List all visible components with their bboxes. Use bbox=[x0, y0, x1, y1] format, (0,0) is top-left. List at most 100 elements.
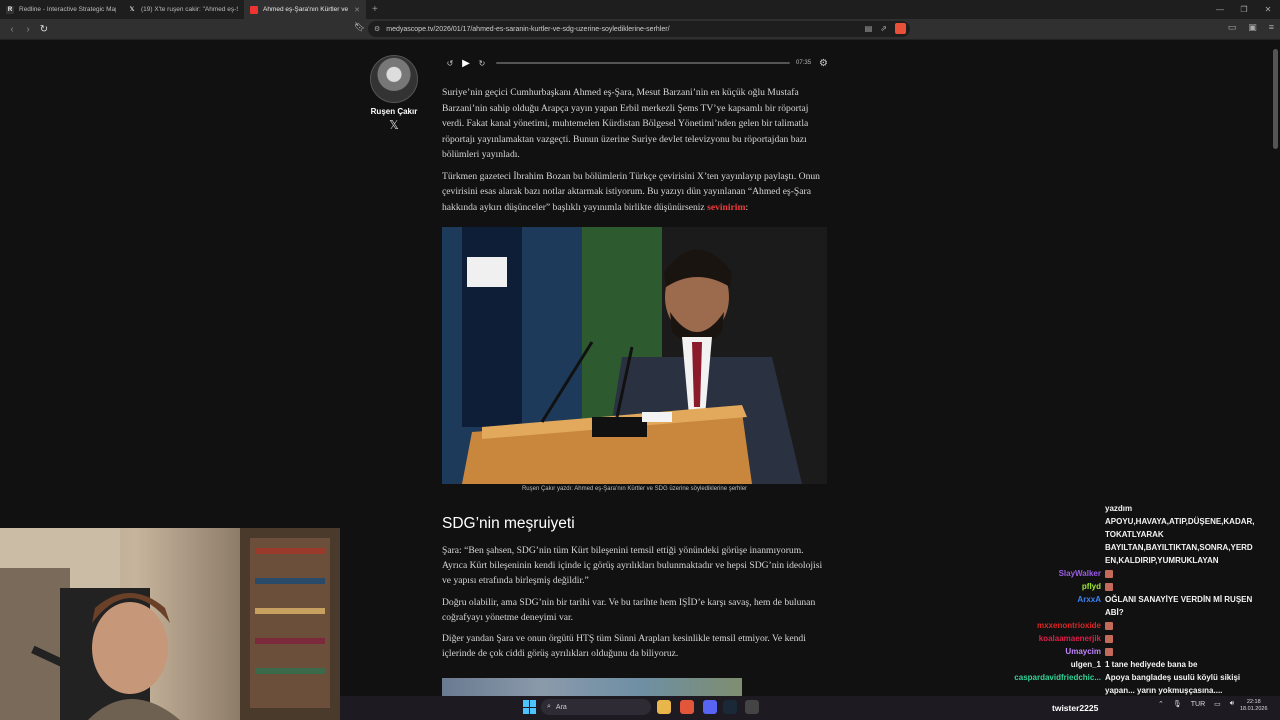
menu-icon[interactable]: ≡ bbox=[1269, 22, 1274, 33]
emote-icon bbox=[1105, 569, 1113, 578]
taskbar-search[interactable]: ⌕ Ara bbox=[541, 699, 651, 715]
emote-icon bbox=[1105, 621, 1113, 630]
reload-icon[interactable]: ↻ bbox=[36, 24, 52, 35]
chat-text-content: OĞLANI SANAYİYE VERDİN Mİ RUŞEN bbox=[1105, 595, 1253, 604]
chat-username[interactable] bbox=[1000, 515, 1105, 528]
chat-username[interactable] bbox=[1000, 606, 1105, 619]
search-placeholder: Ara bbox=[555, 703, 567, 711]
chat-username[interactable]: ArxxA bbox=[1000, 593, 1105, 606]
tab-redline[interactable]: R Redline - Interactive Strategic Map bbox=[0, 0, 122, 19]
close-window-icon[interactable]: ✕ bbox=[1256, 5, 1280, 14]
microphone-icon[interactable]: 🎙︎ bbox=[1173, 700, 1182, 708]
language-indicator[interactable]: TUR bbox=[1191, 701, 1205, 708]
x-icon[interactable]: 𝕏 bbox=[368, 118, 420, 132]
chat-message: yazdım bbox=[1000, 502, 1280, 515]
article-image bbox=[442, 227, 827, 484]
play-icon[interactable]: ▶ bbox=[458, 58, 474, 69]
image-caption: Ruşen Çakır yazdı: Ahmed eş-Şara’nın Kür… bbox=[521, 486, 748, 492]
new-tab-button[interactable]: + bbox=[366, 4, 384, 15]
paragraph-end: : bbox=[745, 201, 749, 213]
chat-username[interactable]: pflyd bbox=[1000, 580, 1105, 593]
x-favicon-icon: 𝕏 bbox=[129, 7, 135, 13]
clock-date: 18.01.2026 bbox=[1240, 706, 1268, 712]
tray-chevron-icon[interactable]: ⌃ bbox=[1158, 700, 1164, 708]
bookmark-icon[interactable]: 🔖︎ bbox=[354, 22, 365, 33]
paragraph: Doğru olabilir, ama SDG’nin bir tarihi v… bbox=[442, 596, 816, 623]
author-avatar[interactable] bbox=[370, 55, 418, 103]
section-heading: SDG’nin meşruiyeti bbox=[442, 515, 575, 532]
brave-shield-icon[interactable] bbox=[895, 23, 906, 34]
sidebar-icon[interactable]: ▭ bbox=[1228, 22, 1237, 33]
steam-icon[interactable] bbox=[723, 700, 737, 714]
tab-medyascope[interactable]: Ahmed eş-Şara'nın Kürtler ve SD... ✕ bbox=[244, 0, 366, 19]
paragraph: Şara: “Ben şahsen, SDG’nin tüm Kürt bile… bbox=[442, 545, 823, 587]
medyascope-favicon-icon bbox=[250, 5, 258, 14]
site-info-icon[interactable]: ⚙ bbox=[374, 25, 380, 33]
chat-message: APOYU,HAVAYA,ATIP,DÜŞENE,KADAR, bbox=[1000, 515, 1280, 528]
chat-text-content: APOYU,HAVAYA,ATIP,DÜŞENE,KADAR, bbox=[1105, 517, 1255, 526]
taskbar-clock[interactable]: 22:18 18.01.2026 bbox=[1240, 699, 1268, 713]
chat-username[interactable]: Umaycim bbox=[1000, 645, 1105, 658]
windows-start-icon[interactable] bbox=[523, 700, 537, 714]
chat-message: EN,KALDIRIP,YUMRUKLAYAN bbox=[1000, 554, 1280, 567]
forward-icon[interactable]: › bbox=[20, 24, 36, 35]
rewind-icon[interactable]: ↺ bbox=[442, 59, 458, 68]
chat-message: SlayWalker bbox=[1000, 567, 1280, 580]
chat-username[interactable]: SlayWalker bbox=[1000, 567, 1105, 580]
chat-username[interactable] bbox=[1000, 502, 1105, 515]
chat-message: ABİ? bbox=[1000, 606, 1280, 619]
minimize-icon[interactable]: — bbox=[1208, 5, 1232, 14]
settings-icon[interactable]: ⚙ bbox=[819, 58, 828, 69]
author-name[interactable]: Ruşen Çakır bbox=[364, 107, 424, 116]
chat-username[interactable]: caspardavidfriedchic... bbox=[1000, 671, 1105, 684]
chat-text: BAYILTAN,BAYILTIKTAN,SONRA,YERD bbox=[1105, 541, 1280, 554]
chat-message: ulgen_1 1 tane hediyede bana be bbox=[1000, 658, 1280, 671]
audio-player: ↺ ▶ ↻ 07:35 ⚙ bbox=[442, 56, 828, 70]
chat-text-content: BAYILTAN,BAYILTIKTAN,SONRA,YERD bbox=[1105, 543, 1253, 552]
network-icon[interactable]: ▭ bbox=[1214, 700, 1221, 708]
close-tab-icon[interactable]: ✕ bbox=[354, 6, 360, 14]
chat-text-content: TOKATLYARAK bbox=[1105, 530, 1164, 539]
brave-browser-icon[interactable] bbox=[680, 700, 694, 714]
chat-username[interactable]: mxxenontrioxide bbox=[1000, 619, 1105, 632]
discord-icon[interactable] bbox=[703, 700, 717, 714]
system-tray: ⌃ 🎙︎ TUR ▭ 🔊︎ bbox=[1158, 700, 1234, 708]
scrollbar[interactable] bbox=[1273, 49, 1278, 149]
chat-username[interactable]: koalaamaenerjik bbox=[1000, 632, 1105, 645]
article-link[interactable]: sevinirim bbox=[707, 202, 745, 213]
chat-text: 1 tane hediyede bana be bbox=[1105, 658, 1280, 671]
wallet-icon[interactable]: ▣ bbox=[1248, 22, 1257, 33]
reader-mode-icon[interactable]: ▤ bbox=[865, 24, 873, 33]
tab-label: (19) X'te ruşen cakir: "Ahmed eş-Şara... bbox=[141, 6, 238, 13]
paragraph-text: Türkmen gazeteci İbrahim Bozan bu bölüml… bbox=[442, 170, 820, 213]
chat-text-content: yazdım bbox=[1105, 504, 1133, 513]
share-icon[interactable]: ⇗ bbox=[880, 24, 887, 33]
chat-username[interactable] bbox=[1000, 554, 1105, 567]
speaker-photo bbox=[442, 227, 827, 484]
tab-x[interactable]: 𝕏 (19) X'te ruşen cakir: "Ahmed eş-Şara.… bbox=[122, 0, 244, 19]
chat-overlay: yazdım APOYU,HAVAYA,ATIP,DÜŞENE,KADAR, TOK… bbox=[1000, 502, 1280, 697]
chat-text: APOYU,HAVAYA,ATIP,DÜŞENE,KADAR, bbox=[1105, 515, 1280, 528]
chat-text: Apoya bangladeş usulü köylü sikişi bbox=[1105, 671, 1280, 684]
chat-message: pflyd bbox=[1000, 580, 1280, 593]
url-field[interactable]: ⚙ medyascope.tv/2026/01/17/ahmed-es-sara… bbox=[368, 21, 910, 37]
url-text: medyascope.tv/2026/01/17/ahmed-es-sarani… bbox=[386, 25, 670, 33]
obs-icon[interactable] bbox=[745, 700, 759, 714]
back-icon[interactable]: ‹ bbox=[4, 24, 20, 35]
clock-time: 22:18 bbox=[1246, 699, 1261, 705]
webcam-overlay bbox=[0, 528, 340, 720]
tab-label: Ahmed eş-Şara'nın Kürtler ve SD... bbox=[263, 6, 350, 13]
emote-icon bbox=[1105, 582, 1113, 591]
chat-text-content: EN,KALDIRIP,YUMRUKLAYAN bbox=[1105, 556, 1219, 565]
audio-progress-track[interactable] bbox=[496, 62, 791, 64]
chat-username[interactable]: ulgen_1 bbox=[1000, 658, 1105, 671]
file-explorer-icon[interactable] bbox=[657, 700, 671, 714]
chat-text-content: Apoya bangladeş usulü köylü sikişi bbox=[1105, 673, 1241, 682]
volume-icon[interactable]: 🔊︎ bbox=[1230, 700, 1234, 708]
chat-text: yazdım bbox=[1105, 502, 1280, 515]
chat-username[interactable] bbox=[1000, 541, 1105, 554]
forward-skip-icon[interactable]: ↻ bbox=[474, 59, 490, 68]
maximize-icon[interactable]: ❐ bbox=[1232, 5, 1256, 14]
chat-username[interactable] bbox=[1000, 528, 1105, 541]
chat-text bbox=[1105, 567, 1280, 580]
